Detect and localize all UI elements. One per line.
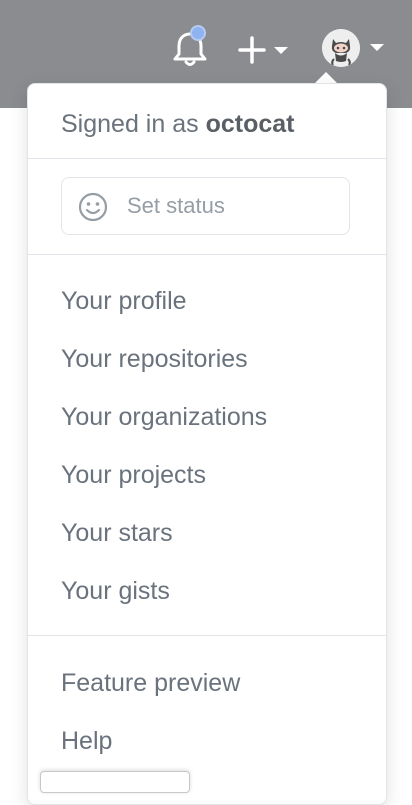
menu-item-your-organizations[interactable]: Your organizations <box>61 403 267 432</box>
dropdown-pointer <box>315 72 337 83</box>
username: octocat <box>205 110 295 138</box>
signed-in-header: Signed in as octocat <box>61 110 294 139</box>
divider <box>28 635 386 636</box>
menu-item-your-profile[interactable]: Your profile <box>61 287 187 316</box>
divider <box>28 158 386 159</box>
menu-item-feature-preview[interactable]: Feature preview <box>61 669 240 698</box>
create-new-button[interactable] <box>236 30 294 70</box>
smiley-icon <box>78 192 108 222</box>
avatar <box>322 29 360 67</box>
menu-item-your-projects[interactable]: Your projects <box>61 461 206 490</box>
partial-popup <box>40 771 190 793</box>
set-status-button[interactable]: Set status <box>61 177 350 235</box>
menu-item-your-stars[interactable]: Your stars <box>61 519 173 548</box>
octocat-icon <box>322 29 360 67</box>
user-dropdown-menu: Signed in as octocat Set status Your pro… <box>27 83 387 805</box>
divider <box>28 254 386 255</box>
plus-icon <box>238 36 266 64</box>
menu-item-help[interactable]: Help <box>61 727 112 756</box>
menu-item-your-gists[interactable]: Your gists <box>61 577 170 606</box>
set-status-label: Set status <box>127 193 225 218</box>
menu-item-your-repositories[interactable]: Your repositories <box>61 345 248 374</box>
signed-in-prefix: Signed in as <box>61 110 199 138</box>
user-menu-button[interactable] <box>320 27 390 71</box>
chevron-down-icon <box>370 44 384 51</box>
notification-indicator <box>190 25 206 41</box>
chevron-down-icon <box>274 47 288 54</box>
